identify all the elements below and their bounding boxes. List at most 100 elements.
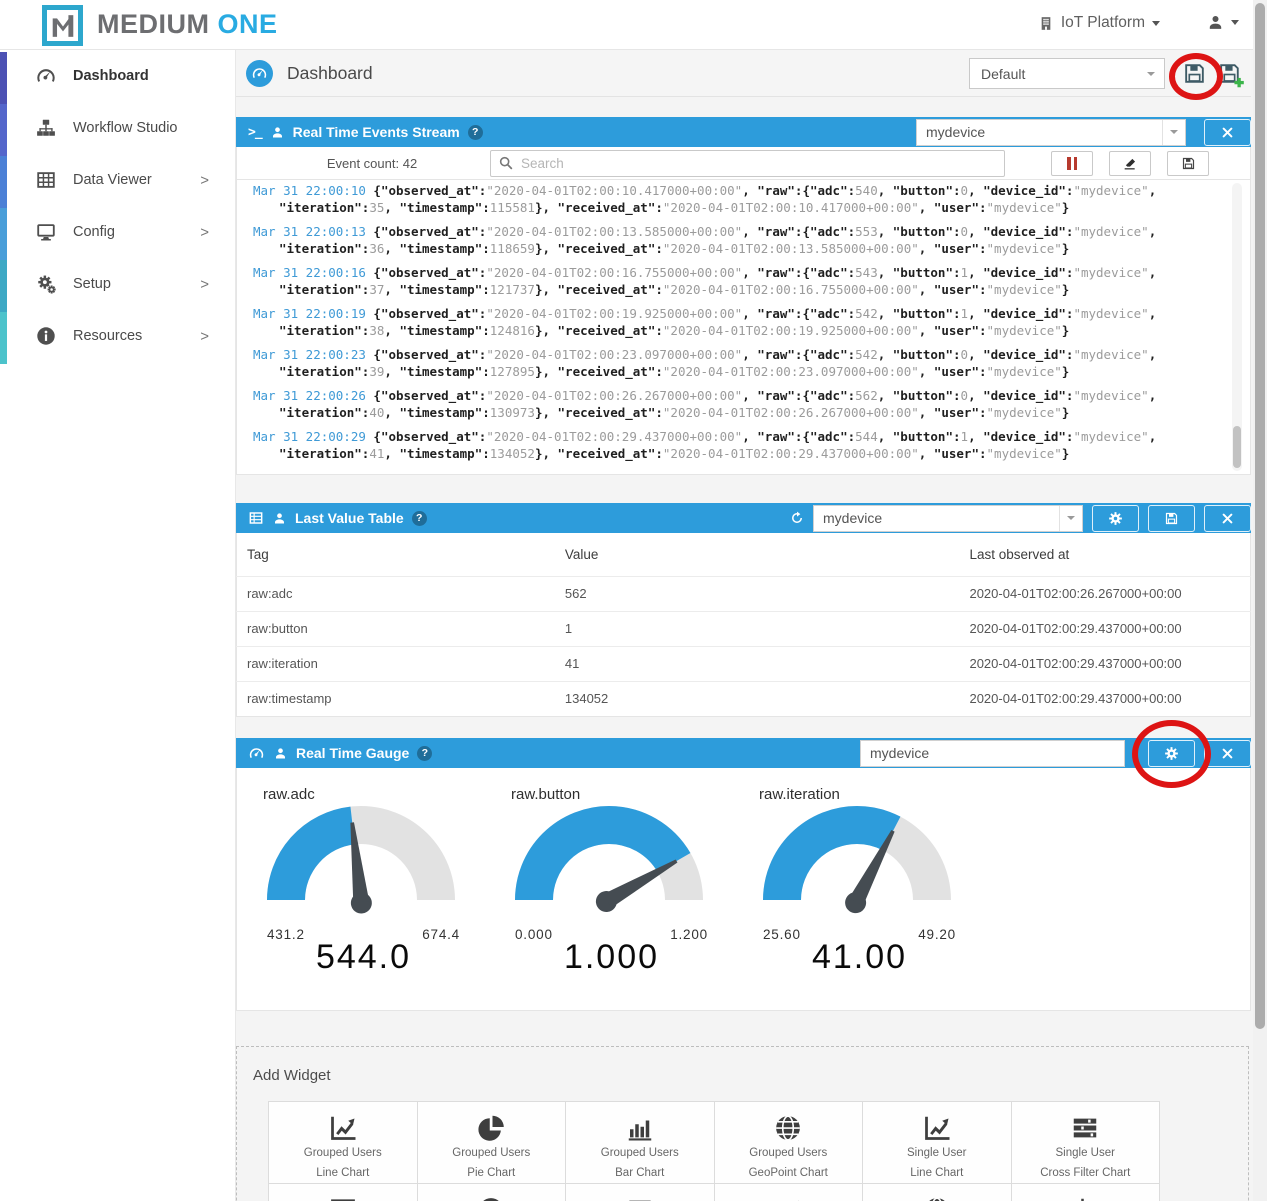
event-count: Event count: 42 bbox=[277, 156, 467, 171]
column-header: Last observed at bbox=[959, 533, 1250, 576]
sidebar-item-config[interactable]: Config > bbox=[0, 206, 235, 258]
dashboard-select[interactable]: Default bbox=[969, 58, 1165, 89]
sidebar-item-label: Dashboard bbox=[73, 68, 149, 84]
table-cell: raw:button bbox=[237, 611, 555, 646]
add-widget-option-partial[interactable] bbox=[269, 1184, 418, 1201]
save-as-new-dashboard-button[interactable] bbox=[1217, 61, 1244, 93]
sidebar-item-setup[interactable]: Setup > bbox=[0, 258, 235, 310]
brand-primary: MEDIUM bbox=[97, 9, 210, 39]
real-time-gauge-header: Real Time Gauge ? mydevice bbox=[236, 738, 1251, 768]
close-icon bbox=[1221, 126, 1234, 139]
platform-menu[interactable]: IoT Platform bbox=[1038, 14, 1160, 32]
table-icon bbox=[248, 510, 264, 526]
bar-chart-icon bbox=[566, 1113, 714, 1143]
table-cell: 2020-04-01T02:00:29.437000+00:00 bbox=[959, 646, 1250, 681]
add-widget-option-partial[interactable] bbox=[418, 1184, 567, 1201]
info-icon bbox=[34, 324, 58, 348]
gauge-value: 1.000 bbox=[509, 938, 714, 977]
pause-stream-button[interactable] bbox=[1051, 151, 1093, 176]
table-settings-button[interactable] bbox=[1092, 505, 1139, 532]
chevron-right-icon: > bbox=[200, 172, 209, 189]
add-widget-option-partial[interactable] bbox=[863, 1184, 1012, 1201]
table-cell: raw:iteration bbox=[237, 646, 555, 681]
add-widget-option-partial[interactable] bbox=[566, 1184, 715, 1201]
add-widget-option-partial[interactable] bbox=[715, 1184, 864, 1201]
table-cell: raw:timestamp bbox=[237, 681, 555, 716]
building-icon bbox=[1038, 15, 1054, 32]
widget-option-type: Line Chart bbox=[269, 1167, 417, 1179]
help-icon[interactable]: ? bbox=[412, 511, 427, 526]
tachometer-icon bbox=[34, 64, 58, 88]
page-scrollbar-thumb[interactable] bbox=[1255, 3, 1265, 1029]
table-cell: 134052 bbox=[555, 681, 960, 716]
line-chart-icon bbox=[863, 1113, 1011, 1143]
table-cell: 1 bbox=[555, 611, 960, 646]
top-header: MEDIUM ONE IoT Platform bbox=[0, 0, 1267, 50]
table-device-select[interactable]: mydevice bbox=[813, 505, 1083, 532]
sidebar-item-workflow-studio[interactable]: Workflow Studio bbox=[0, 102, 235, 154]
add-widget-option-line-chart[interactable]: Grouped Users Line Chart bbox=[269, 1102, 418, 1184]
gauge-settings-button[interactable] bbox=[1148, 740, 1195, 767]
add-widget-option-geopoint-chart[interactable]: Grouped UsersGeoPoint Chart bbox=[715, 1102, 864, 1184]
table-cell: 562 bbox=[555, 576, 960, 611]
help-icon[interactable]: ? bbox=[417, 746, 432, 761]
add-widget-option-bar-chart[interactable]: Grouped UsersBar Chart bbox=[566, 1102, 715, 1184]
sidebar-item-label: Resources bbox=[73, 328, 142, 344]
sidebar-item-resources[interactable]: Resources > bbox=[0, 310, 235, 362]
tasks-icon bbox=[1012, 1113, 1160, 1143]
save-dashboard-button[interactable] bbox=[1182, 61, 1207, 91]
gauge-min-label: 25.60 bbox=[763, 927, 801, 942]
event-log-entry: Mar 31 22:00:13 {"observed_at":"2020-04-… bbox=[253, 224, 1216, 257]
widget-option-type: GeoPoint Chart bbox=[715, 1167, 863, 1179]
events-log-entries: Mar 31 22:00:10 {"observed_at":"2020-04-… bbox=[253, 183, 1216, 462]
gauge-device-input[interactable]: mydevice bbox=[860, 740, 1125, 767]
table-row: raw:timestamp1340522020-04-01T02:00:29.4… bbox=[237, 681, 1251, 716]
add-widget-title: Add Widget bbox=[253, 1067, 331, 1084]
widget-option-group: Grouped Users bbox=[269, 1147, 417, 1159]
gauge-body: raw.adc431.2674.4544.0raw.button0.0001.2… bbox=[236, 768, 1251, 1011]
page: MEDIUM ONE IoT Platform bbox=[0, 0, 1267, 1201]
add-widget-option-pie-chart[interactable]: Grouped UsersPie Chart bbox=[418, 1102, 567, 1184]
sidebar-item-dashboard[interactable]: Dashboard bbox=[0, 50, 235, 102]
m1-logo-icon bbox=[50, 13, 76, 39]
event-log-entry: Mar 31 22:00:16 {"observed_at":"2020-04-… bbox=[253, 265, 1216, 298]
add-widget-option-line-chart[interactable]: Single UserLine Chart bbox=[863, 1102, 1012, 1184]
events-log-scrollbar-thumb[interactable] bbox=[1233, 426, 1241, 468]
close-widget-button[interactable] bbox=[1204, 119, 1251, 146]
chevron-down-icon bbox=[1147, 72, 1155, 76]
add-widget-option-partial[interactable] bbox=[1012, 1184, 1161, 1201]
close-widget-button[interactable] bbox=[1204, 505, 1251, 532]
gauge-min-label: 0.000 bbox=[515, 927, 553, 942]
help-icon[interactable]: ? bbox=[468, 125, 483, 140]
gauge-label: raw.iteration bbox=[759, 786, 962, 803]
tachometer-icon bbox=[248, 745, 265, 762]
clear-stream-button[interactable] bbox=[1109, 151, 1151, 176]
save-icon bbox=[1182, 61, 1207, 86]
events-device-select[interactable]: mydevice bbox=[916, 119, 1186, 146]
sidebar-item-data-viewer[interactable]: Data Viewer > bbox=[0, 154, 235, 206]
globe-icon bbox=[715, 1113, 863, 1143]
save-stream-button[interactable] bbox=[1167, 151, 1209, 176]
add-widget-section: Add Widget Grouped UsersLine ChartGroupe… bbox=[236, 1046, 1249, 1201]
close-widget-button[interactable] bbox=[1204, 740, 1251, 767]
widget-option-group: Grouped Users bbox=[566, 1147, 714, 1159]
terminal-icon: >_ bbox=[248, 125, 262, 140]
brand-accent: ONE bbox=[218, 9, 278, 39]
dashboard-title-bar: Dashboard Default bbox=[236, 50, 1251, 97]
table-save-button[interactable] bbox=[1148, 505, 1195, 532]
event-log-entry: Mar 31 22:00:10 {"observed_at":"2020-04-… bbox=[253, 183, 1216, 216]
gauge: raw.adc431.2674.4544.0 bbox=[261, 786, 466, 977]
dashboard-gauge-icon bbox=[246, 60, 273, 87]
sitemap-icon bbox=[34, 116, 58, 140]
table-cell: raw:adc bbox=[237, 576, 555, 611]
chevron-right-icon: > bbox=[200, 224, 209, 241]
user-menu[interactable] bbox=[1206, 13, 1239, 32]
gauge-arc bbox=[757, 805, 957, 920]
page-scrollbar bbox=[1253, 0, 1267, 1201]
sidebar-item-label: Data Viewer bbox=[73, 172, 152, 188]
map-marker-icon bbox=[418, 1195, 566, 1201]
add-widget-option-cross-filter-chart[interactable]: Single UserCross Filter Chart bbox=[1012, 1102, 1161, 1184]
refresh-icon[interactable] bbox=[789, 510, 805, 526]
search-input[interactable] bbox=[490, 150, 1005, 177]
table-header-row: Tag Value Last observed at bbox=[237, 533, 1251, 576]
